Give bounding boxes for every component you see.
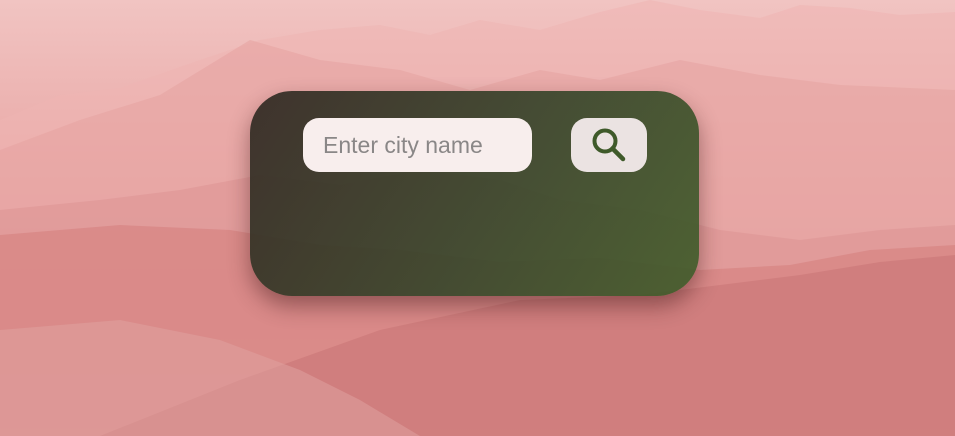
search-card xyxy=(250,91,699,296)
city-search-input[interactable] xyxy=(303,118,532,172)
search-icon xyxy=(592,128,626,162)
search-button[interactable] xyxy=(571,118,647,172)
